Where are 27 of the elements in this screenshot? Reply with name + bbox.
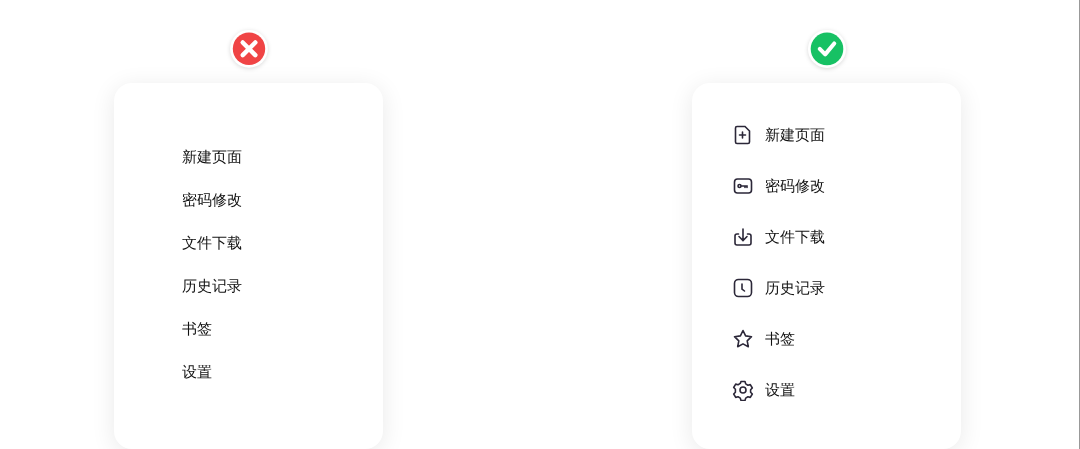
menu-item[interactable]: 密码修改 xyxy=(732,175,961,197)
menu-item[interactable]: 书签 xyxy=(182,318,383,340)
menu-label: 书签 xyxy=(765,329,795,349)
menu-label: 历史记录 xyxy=(765,278,825,298)
menu-item[interactable]: 文件下载 xyxy=(732,226,961,248)
clock-icon xyxy=(732,277,754,300)
menu-item[interactable]: 历史记录 xyxy=(182,275,383,297)
menu-item[interactable]: 文件下载 xyxy=(182,232,383,254)
menu-label: 新建页面 xyxy=(765,125,825,145)
menu-item[interactable]: 新建页面 xyxy=(182,146,383,168)
menu-item[interactable]: 新建页面 xyxy=(732,124,961,146)
menu-label: 设置 xyxy=(765,380,795,400)
menu-item[interactable]: 历史记录 xyxy=(732,277,961,299)
menu-label: 新建页面 xyxy=(182,147,242,167)
menu-item[interactable]: 密码修改 xyxy=(182,189,383,211)
menu-item[interactable]: 设置 xyxy=(182,361,383,383)
download-icon xyxy=(732,226,754,249)
menu-label: 设置 xyxy=(182,362,212,382)
menu-label: 文件下载 xyxy=(182,233,242,253)
menu-item[interactable]: 书签 xyxy=(732,328,961,350)
menu-label: 密码修改 xyxy=(182,190,242,210)
menu-label: 书签 xyxy=(182,319,212,339)
menu-label: 历史记录 xyxy=(182,276,242,296)
menu-label: 文件下载 xyxy=(765,227,825,247)
settings-icon xyxy=(732,379,754,402)
menu-item[interactable]: 设置 xyxy=(732,379,961,401)
menu-label: 密码修改 xyxy=(765,176,825,196)
